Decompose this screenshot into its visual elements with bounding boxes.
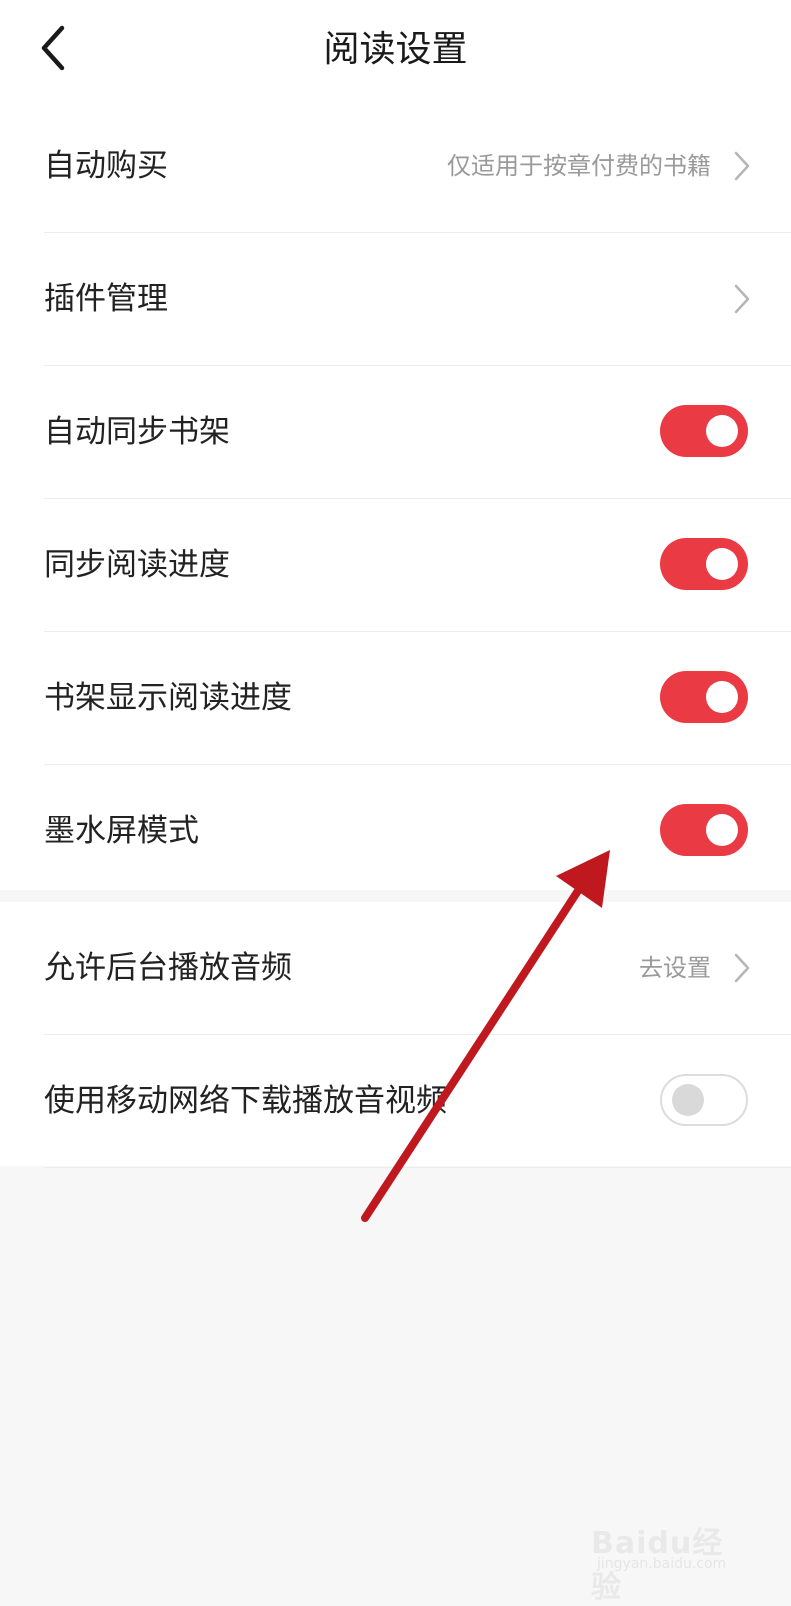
setting-label: 书架显示阅读进度	[44, 680, 292, 716]
back-icon	[41, 25, 65, 71]
header-bar: 阅读设置	[0, 0, 791, 100]
setting-label: 使用移动网络下载播放音视频	[44, 1083, 447, 1119]
setting-label: 墨水屏模式	[44, 813, 199, 849]
setting-row-shelf-show-progress: 书架显示阅读进度	[44, 632, 791, 765]
setting-row-plugin-manage[interactable]: 插件管理	[44, 233, 791, 366]
setting-row-eink-mode: 墨水屏模式	[44, 765, 791, 897]
setting-row-auto-purchase[interactable]: 自动购买 仅适用于按章付费的书籍	[44, 100, 791, 233]
setting-label: 插件管理	[44, 281, 168, 317]
toggle-knob	[706, 415, 738, 447]
baidu-watermark: Baidu经验 jingyan.baidu.com	[591, 1516, 751, 1605]
chevron-right-icon	[734, 151, 750, 181]
setting-row-mobile-download: 使用移动网络下载播放音视频	[44, 1035, 791, 1168]
setting-row-bg-audio[interactable]: 允许后台播放音频 去设置	[44, 902, 791, 1035]
setting-hint: 去设置	[639, 954, 711, 982]
auto-sync-shelf-toggle[interactable]	[660, 405, 748, 457]
setting-label: 同步阅读进度	[44, 547, 230, 583]
sync-progress-toggle[interactable]	[660, 538, 748, 590]
setting-label: 自动同步书架	[44, 414, 230, 450]
settings-group-reading: 自动购买 仅适用于按章付费的书籍 插件管理 自动同步书架 同步阅读进度 书架显示…	[0, 100, 791, 890]
chevron-right-icon	[734, 284, 750, 314]
eink-mode-toggle[interactable]	[660, 804, 748, 856]
back-button[interactable]	[32, 22, 78, 76]
setting-row-sync-progress: 同步阅读进度	[44, 499, 791, 632]
settings-group-media: 允许后台播放音频 去设置 使用移动网络下载播放音视频	[0, 902, 791, 1168]
toggle-knob	[706, 814, 738, 846]
watermark-domain: jingyan.baidu.com	[597, 1556, 727, 1572]
mobile-download-toggle[interactable]	[660, 1074, 748, 1126]
setting-row-auto-sync-shelf: 自动同步书架	[44, 366, 791, 499]
toggle-knob	[706, 548, 738, 580]
setting-hint: 仅适用于按章付费的书籍	[447, 152, 711, 180]
shelf-show-progress-toggle[interactable]	[660, 671, 748, 723]
chevron-right-icon	[734, 953, 750, 983]
toggle-knob	[672, 1084, 704, 1116]
toggle-knob	[706, 681, 738, 713]
setting-label: 自动购买	[44, 148, 168, 184]
page-title: 阅读设置	[323, 29, 468, 70]
setting-label: 允许后台播放音频	[44, 950, 292, 986]
